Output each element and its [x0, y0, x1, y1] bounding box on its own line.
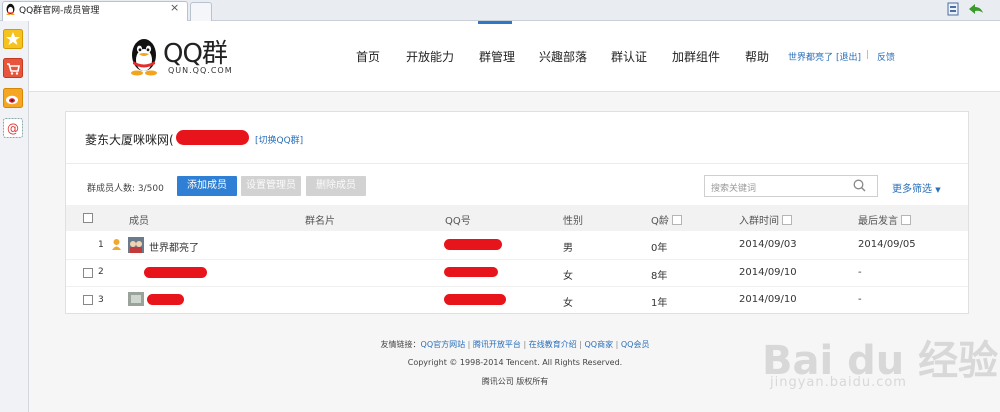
redacted-qq-number	[444, 267, 498, 277]
join-time-cell: 2014/09/03	[739, 239, 797, 250]
sort-icon[interactable]	[901, 215, 911, 225]
redacted-member-name	[147, 294, 184, 305]
email-at-icon[interactable]: @	[3, 118, 23, 138]
nav-active-indicator	[478, 21, 512, 24]
last-speak-cell: -	[858, 294, 862, 305]
home-icon[interactable]	[946, 2, 960, 16]
watermark-url: jingyan.baidu.com	[770, 375, 907, 390]
column-header-qq: QQ号	[445, 216, 471, 227]
nav-help[interactable]: 帮助	[745, 48, 769, 65]
header-divider: |	[866, 50, 870, 60]
owner-icon	[112, 239, 121, 250]
nav-interest-tribe[interactable]: 兴趣部落	[539, 48, 587, 65]
tab-close-icon[interactable]: ×	[170, 1, 179, 14]
row-divider	[66, 286, 968, 287]
footer-link-sep: |	[520, 340, 529, 349]
browser-tab-title: QQ群官网-成员管理	[19, 6, 100, 16]
column-header-qage-label: Q龄	[651, 216, 669, 227]
row-index: 1	[98, 240, 104, 250]
svg-text:@: @	[7, 122, 19, 136]
footer-link-education[interactable]: 在线教育介绍	[529, 340, 577, 349]
footer-links-prefix: 友情链接：	[380, 340, 421, 349]
row-divider	[66, 259, 968, 260]
gender-cell: 女	[563, 271, 573, 282]
footer-link-sep: |	[613, 340, 621, 349]
new-tab-button[interactable]	[190, 2, 212, 21]
join-time-cell: 2014/09/10	[739, 294, 797, 305]
row-index: 3	[98, 295, 104, 305]
column-header-card: 群名片	[305, 216, 335, 227]
footer-link-qq[interactable]: QQ官方网站	[421, 340, 466, 349]
row-index: 2	[98, 267, 104, 277]
gender-cell: 女	[563, 298, 573, 309]
avatar[interactable]	[128, 237, 144, 253]
nav-group-management[interactable]: 群管理	[479, 48, 515, 65]
chevron-down-icon: ▼	[935, 186, 941, 194]
footer-link-sep: |	[465, 340, 473, 349]
qage-cell: 0年	[651, 243, 668, 254]
logo-subtitle: QUN.QQ.COM	[168, 66, 233, 75]
logo-text[interactable]: QQ群	[163, 33, 228, 70]
switch-group-link[interactable]: [切换QQ群]	[255, 133, 303, 146]
qq-penguin-icon	[6, 3, 15, 15]
footer-link-open-platform[interactable]: 腾讯开放平台	[473, 340, 521, 349]
row-checkbox[interactable]	[83, 295, 93, 305]
column-header-last-speak[interactable]: 最后发言	[858, 212, 911, 227]
qage-cell: 1年	[651, 298, 668, 309]
redacted-member-name	[144, 267, 207, 278]
column-header-last-speak-label: 最后发言	[858, 216, 898, 227]
last-speak-cell: 2014/09/05	[858, 239, 916, 250]
shopping-cart-icon[interactable]	[3, 58, 23, 78]
column-header-join-time-label: 入群时间	[739, 216, 779, 227]
row-checkbox[interactable]	[83, 268, 93, 278]
panel-divider	[66, 163, 968, 164]
redacted-qq-number	[444, 239, 502, 250]
weibo-icon[interactable]	[3, 88, 23, 108]
select-all-checkbox[interactable]	[83, 213, 93, 223]
footer-link-vip[interactable]: QQ会员	[621, 340, 650, 349]
last-speak-cell: -	[858, 267, 862, 278]
member-count: 群成员人数: 3/500	[87, 184, 164, 194]
feedback-link[interactable]: 反馈	[877, 50, 895, 63]
gender-cell: 男	[563, 243, 573, 254]
table-header	[66, 205, 968, 231]
add-member-button[interactable]: 添加成员	[177, 176, 237, 196]
footer-link-merchant[interactable]: QQ商家	[584, 340, 613, 349]
back-arrow-icon[interactable]	[968, 2, 984, 16]
user-name-link[interactable]: 世界都亮了	[788, 50, 833, 63]
group-name: 菱东大厦咪咪网(	[85, 133, 174, 147]
sort-icon[interactable]	[671, 215, 682, 225]
qage-cell: 8年	[651, 271, 668, 282]
column-header-gender: 性别	[563, 216, 583, 227]
more-filter-label: 更多筛选	[892, 184, 932, 195]
logout-link[interactable]: [退出]	[836, 50, 861, 63]
column-header-member: 成员	[129, 216, 149, 227]
nav-home[interactable]: 首页	[356, 48, 380, 65]
left-quick-bar	[0, 21, 29, 412]
member-name[interactable]: 世界都亮了	[149, 239, 199, 254]
join-time-cell: 2014/09/10	[739, 267, 797, 278]
avatar[interactable]	[128, 292, 144, 306]
delete-member-button[interactable]: 删除成员	[306, 176, 366, 196]
sort-icon[interactable]	[782, 215, 792, 225]
column-header-qage[interactable]: Q龄	[651, 212, 682, 227]
more-filter-dropdown[interactable]: 更多筛选 ▼	[892, 180, 941, 195]
search-placeholder: 搜索关键词	[711, 184, 757, 194]
nav-open-capability[interactable]: 开放能力	[406, 48, 454, 65]
search-icon[interactable]	[853, 179, 866, 192]
nav-group-widget[interactable]: 加群组件	[672, 48, 720, 65]
redacted-group-number	[176, 130, 249, 145]
redacted-qq-number	[444, 294, 506, 305]
column-header-join-time[interactable]: 入群时间	[739, 212, 792, 227]
nav-group-certification[interactable]: 群认证	[611, 48, 647, 65]
set-admin-button[interactable]: 设置管理员	[241, 176, 301, 196]
qq-penguin-logo-icon[interactable]	[126, 36, 162, 76]
star-favorites-icon[interactable]	[3, 29, 23, 49]
